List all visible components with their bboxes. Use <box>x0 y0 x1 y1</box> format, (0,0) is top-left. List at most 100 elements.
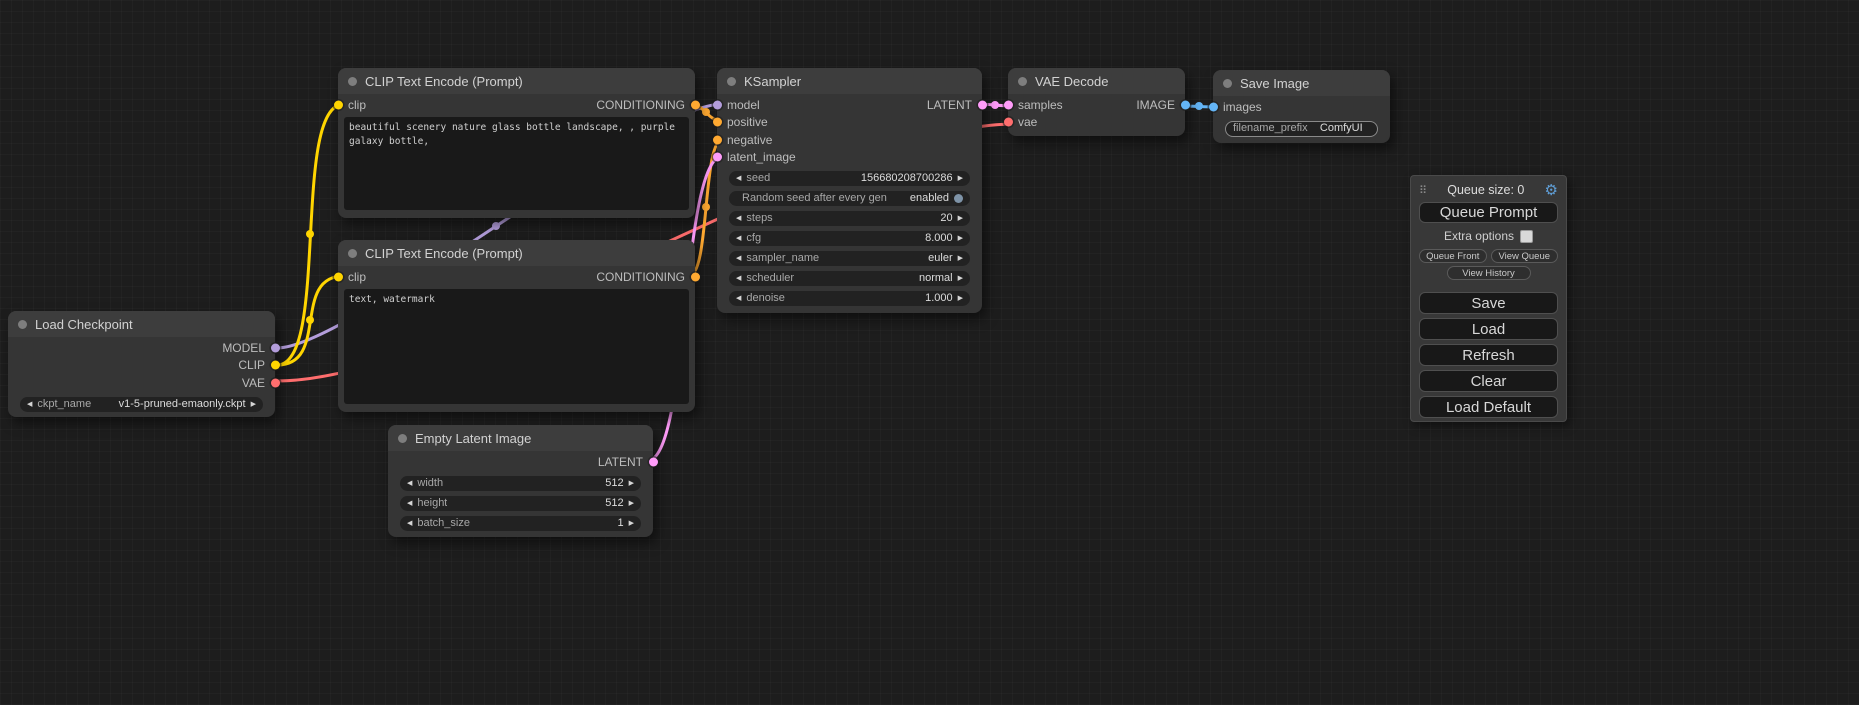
samples-input-port[interactable] <box>1004 100 1013 109</box>
widget-label: filename_prefix <box>1233 121 1308 136</box>
scheduler-widget[interactable]: ◀ scheduler normal ▶ <box>729 271 970 286</box>
widget-label: steps <box>746 211 772 226</box>
next-value-icon[interactable]: ▶ <box>958 271 963 286</box>
node-title-bar[interactable]: VAE Decode <box>1008 68 1185 94</box>
node-clip-text-encode-positive[interactable]: CLIP Text Encode (Prompt) clip CONDITION… <box>338 68 695 218</box>
link-midpoint-dot <box>702 108 710 116</box>
save-button[interactable]: Save <box>1419 292 1558 314</box>
queue-prompt-button[interactable]: Queue Prompt <box>1419 202 1558 223</box>
positive-prompt-textarea[interactable]: beautiful scenery nature glass bottle la… <box>344 117 689 211</box>
latent-output-port[interactable] <box>978 100 987 109</box>
node-ksampler[interactable]: KSampler model LATENT positive negative … <box>717 68 982 313</box>
image-output-port[interactable] <box>1181 100 1190 109</box>
vae-output-port[interactable] <box>271 378 280 387</box>
menu-header: ⠿ Queue size: 0 ⚙ <box>1419 181 1558 199</box>
sampler-name-widget[interactable]: ◀ sampler_name euler ▶ <box>729 251 970 266</box>
node-vae-decode[interactable]: VAE Decode samples IMAGE vae <box>1008 68 1185 136</box>
node-title: CLIP Text Encode (Prompt) <box>365 74 523 89</box>
ckpt-name-widget[interactable]: ◀ ckpt_name v1-5-pruned-emaonly.ckpt ▶ <box>20 397 263 412</box>
prev-value-icon[interactable]: ◀ <box>736 251 741 266</box>
increment-icon[interactable]: ▶ <box>629 516 634 531</box>
decrement-icon[interactable]: ◀ <box>407 476 412 491</box>
collapse-dot-icon[interactable] <box>1018 77 1027 86</box>
seed-widget[interactable]: ◀ seed 156680208700286 ▶ <box>729 171 970 186</box>
link-midpoint-dot <box>492 222 500 230</box>
latent-output-port[interactable] <box>649 457 658 466</box>
view-queue-button[interactable]: View Queue <box>1491 249 1559 263</box>
increment-icon[interactable]: ▶ <box>629 496 634 511</box>
height-widget[interactable]: ◀ height 512 ▶ <box>400 496 641 511</box>
images-input-port[interactable] <box>1209 102 1218 111</box>
node-title-bar[interactable]: Load Checkpoint <box>8 311 275 337</box>
node-title-bar[interactable]: Save Image <box>1213 70 1390 96</box>
slot-row: clip CONDITIONING <box>348 268 685 286</box>
widget-value: 20 <box>940 211 952 226</box>
toggle-dot-icon[interactable] <box>954 194 963 203</box>
decrement-icon[interactable]: ◀ <box>736 291 741 306</box>
denoise-widget[interactable]: ◀ denoise 1.000 ▶ <box>729 291 970 306</box>
node-graph-canvas[interactable]: Load Checkpoint MODEL CLIP VAE ◀ ckpt_na… <box>0 0 1859 705</box>
decrement-icon[interactable]: ◀ <box>736 211 741 226</box>
queue-front-button[interactable]: Queue Front <box>1419 249 1487 263</box>
cfg-widget[interactable]: ◀ cfg 8.000 ▶ <box>729 231 970 246</box>
batch-size-widget[interactable]: ◀ batch_size 1 ▶ <box>400 516 641 531</box>
next-value-icon[interactable]: ▶ <box>958 251 963 266</box>
increment-icon[interactable]: ▶ <box>958 231 963 246</box>
gear-icon[interactable]: ⚙ <box>1545 181 1558 199</box>
clip-input-port[interactable] <box>334 100 343 109</box>
decrement-icon[interactable]: ◀ <box>407 516 412 531</box>
conditioning-output-port[interactable] <box>691 100 700 109</box>
collapse-dot-icon[interactable] <box>727 77 736 86</box>
node-title-bar[interactable]: CLIP Text Encode (Prompt) <box>338 68 695 94</box>
prev-value-icon[interactable]: ◀ <box>736 271 741 286</box>
filename-prefix-widget[interactable]: filename_prefix ComfyUI <box>1225 121 1378 137</box>
view-history-button[interactable]: View History <box>1447 266 1531 280</box>
random-seed-toggle-widget[interactable]: Random seed after every gen enabled <box>729 191 970 206</box>
vae-input-label: vae <box>1018 115 1037 129</box>
clear-button[interactable]: Clear <box>1419 370 1558 392</box>
collapse-dot-icon[interactable] <box>18 320 27 329</box>
widget-label: scheduler <box>746 271 794 286</box>
node-load-checkpoint[interactable]: Load Checkpoint MODEL CLIP VAE ◀ ckpt_na… <box>8 311 275 417</box>
node-save-image[interactable]: Save Image images filename_prefix ComfyU… <box>1213 70 1390 143</box>
node-title-bar[interactable]: Empty Latent Image <box>388 425 653 451</box>
extra-options-checkbox[interactable] <box>1520 230 1533 243</box>
increment-icon[interactable]: ▶ <box>958 171 963 186</box>
increment-icon[interactable]: ▶ <box>958 291 963 306</box>
negative-prompt-textarea[interactable]: text, watermark <box>344 289 689 405</box>
node-empty-latent-image[interactable]: Empty Latent Image LATENT ◀ width 512 ▶ … <box>388 425 653 537</box>
next-value-icon[interactable]: ▶ <box>251 397 256 412</box>
negative-input-port[interactable] <box>713 135 722 144</box>
slot-row: LATENT <box>398 453 643 471</box>
latent-image-input-port[interactable] <box>713 153 722 162</box>
collapse-dot-icon[interactable] <box>1223 79 1232 88</box>
conditioning-output-port[interactable] <box>691 272 700 281</box>
decrement-icon[interactable]: ◀ <box>736 231 741 246</box>
width-widget[interactable]: ◀ width 512 ▶ <box>400 476 641 491</box>
slot-row: images <box>1223 98 1380 116</box>
steps-widget[interactable]: ◀ steps 20 ▶ <box>729 211 970 226</box>
increment-icon[interactable]: ▶ <box>629 476 634 491</box>
drag-handle-icon[interactable]: ⠿ <box>1419 184 1427 197</box>
node-title-bar[interactable]: CLIP Text Encode (Prompt) <box>338 240 695 266</box>
model-input-port[interactable] <box>713 100 722 109</box>
load-default-button[interactable]: Load Default <box>1419 396 1558 418</box>
clip-output-port[interactable] <box>271 361 280 370</box>
widget-label: seed <box>746 171 770 186</box>
prev-value-icon[interactable]: ◀ <box>27 397 32 412</box>
widget-value: normal <box>919 271 953 286</box>
node-title-bar[interactable]: KSampler <box>717 68 982 94</box>
model-output-port[interactable] <box>271 343 280 352</box>
vae-input-port[interactable] <box>1004 118 1013 127</box>
decrement-icon[interactable]: ◀ <box>736 171 741 186</box>
decrement-icon[interactable]: ◀ <box>407 496 412 511</box>
clip-input-port[interactable] <box>334 272 343 281</box>
load-button[interactable]: Load <box>1419 318 1558 340</box>
increment-icon[interactable]: ▶ <box>958 211 963 226</box>
refresh-button[interactable]: Refresh <box>1419 344 1558 366</box>
collapse-dot-icon[interactable] <box>348 249 357 258</box>
collapse-dot-icon[interactable] <box>398 434 407 443</box>
collapse-dot-icon[interactable] <box>348 77 357 86</box>
node-clip-text-encode-negative[interactable]: CLIP Text Encode (Prompt) clip CONDITION… <box>338 240 695 412</box>
positive-input-port[interactable] <box>713 118 722 127</box>
